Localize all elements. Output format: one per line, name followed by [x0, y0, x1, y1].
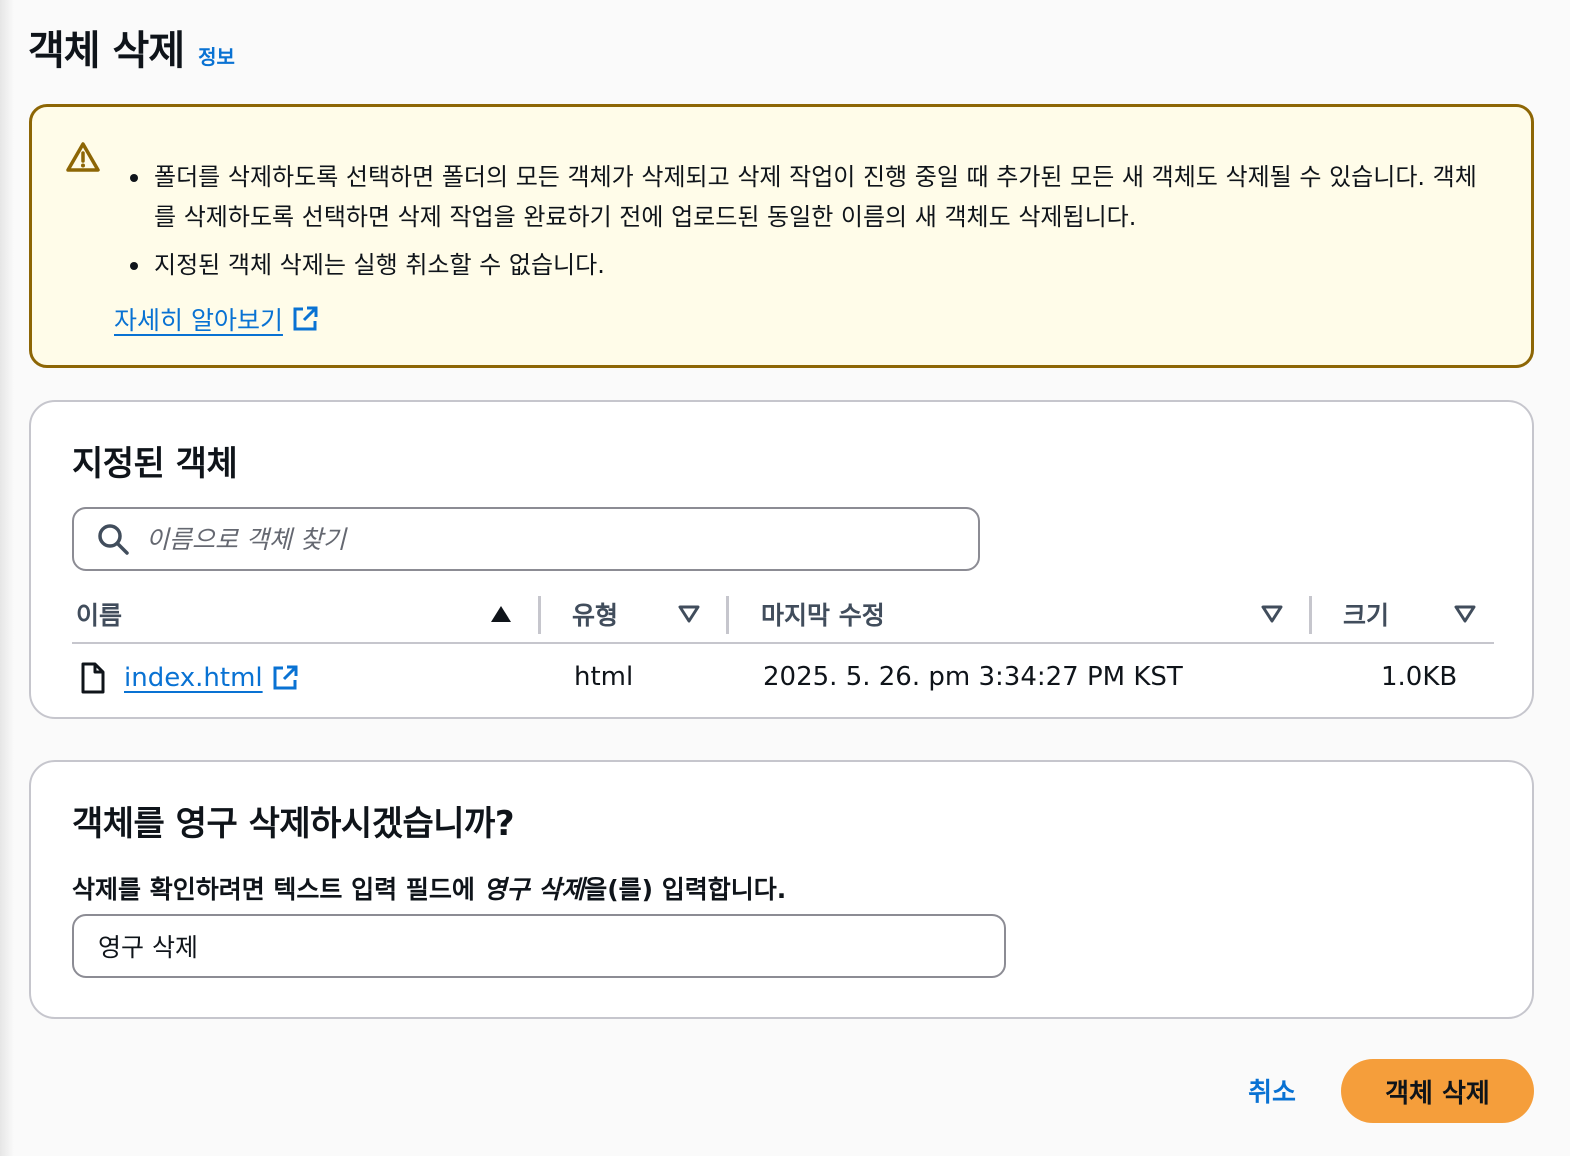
specified-objects-panel: 지정된 객체 이름 유형 마지막 수정 크기 [29, 400, 1534, 719]
objects-table-header: 이름 유형 마지막 수정 크기 [72, 592, 1494, 644]
column-resizer[interactable] [726, 596, 729, 634]
column-header-label: 마지막 수정 [761, 601, 885, 630]
column-resizer[interactable] [538, 596, 541, 634]
column-header-label: 유형 [572, 601, 619, 630]
objects-panel-title: 지정된 객체 [72, 444, 238, 484]
sort-icon[interactable] [678, 604, 700, 624]
column-header-size[interactable]: 크기 [1343, 592, 1389, 636]
size-cell: 1.0KB [1381, 662, 1458, 692]
page-header: 객체 삭제 정보 [28, 18, 235, 76]
last-modified-cell: 2025. 5. 26. pm 3:34:27 PM KST [763, 662, 1183, 692]
alert-bullet: 폴더를 삭제하도록 선택하면 폴더의 모든 객체가 삭제되고 삭제 작업이 진행… [128, 157, 1488, 237]
warning-alert: 폴더를 삭제하도록 선택하면 폴더의 모든 객체가 삭제되고 삭제 작업이 진행… [29, 104, 1534, 368]
warning-icon [66, 142, 100, 172]
sort-ascending-icon[interactable] [490, 604, 512, 624]
object-search-box [72, 507, 980, 571]
column-resizer[interactable] [1309, 596, 1312, 634]
column-header-last-modified[interactable]: 마지막 수정 [761, 592, 885, 636]
learn-more-link[interactable]: 자세히 알아보기 [114, 301, 319, 337]
confirm-keyword: 영구 삭제 [483, 875, 585, 904]
info-link[interactable]: 정보 [198, 41, 235, 70]
external-link-icon [273, 665, 298, 690]
object-name-link[interactable]: index.html [124, 663, 299, 693]
confirm-text-input[interactable] [72, 914, 1006, 978]
sort-icon[interactable] [1454, 604, 1476, 624]
type-cell: html [574, 662, 634, 692]
confirm-delete-panel: 객체를 영구 삭제하시겠습니까? 삭제를 확인하려면 텍스트 입력 필드에 영구… [29, 760, 1534, 1019]
page-edge-shadow [0, 0, 14, 1156]
confirm-instruction: 삭제를 확인하려면 텍스트 입력 필드에 영구 삭제을(를) 입력합니다. [72, 870, 786, 906]
alert-bullet: 지정된 객체 삭제는 실행 취소할 수 없습니다. [128, 245, 1488, 285]
column-header-type[interactable]: 유형 [572, 592, 618, 636]
confirm-instruction-suffix: 을(를) 입력합니다. [584, 875, 787, 904]
file-icon [81, 662, 105, 694]
external-link-icon [293, 306, 318, 331]
sort-icon[interactable] [1261, 604, 1283, 624]
alert-bullet-list: 폴더를 삭제하도록 선택하면 폴더의 모든 객체가 삭제되고 삭제 작업이 진행… [128, 157, 1488, 293]
name-cell: index.html [80, 662, 299, 694]
learn-more-label: 자세히 알아보기 [114, 306, 283, 335]
object-name: index.html [124, 663, 263, 693]
cancel-button[interactable]: 취소 [1230, 1068, 1314, 1112]
delete-objects-button[interactable]: 객체 삭제 [1341, 1059, 1534, 1123]
object-search-input[interactable] [146, 524, 946, 554]
table-row: index.html html 2025. 5. 26. pm 3:34:27 … [72, 646, 1494, 708]
column-header-name[interactable]: 이름 [76, 592, 122, 636]
confirm-panel-title: 객체를 영구 삭제하시겠습니까? [72, 804, 515, 844]
page-title: 객체 삭제 [28, 28, 185, 74]
column-header-label: 이름 [76, 601, 123, 630]
confirm-instruction-prefix: 삭제를 확인하려면 텍스트 입력 필드에 [72, 875, 484, 904]
column-header-label: 크기 [1343, 601, 1390, 630]
search-icon [98, 524, 129, 555]
